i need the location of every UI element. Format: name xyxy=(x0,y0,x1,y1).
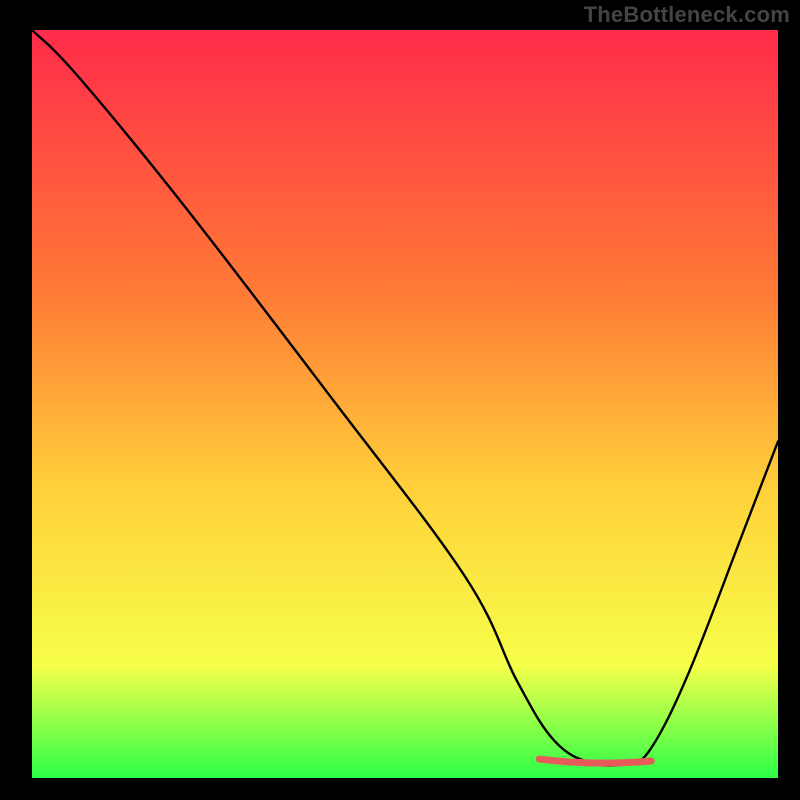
watermark-text: TheBottleneck.com xyxy=(584,2,790,28)
optimal-range-highlight xyxy=(539,759,651,763)
gradient-background xyxy=(32,30,778,778)
bottleneck-chart xyxy=(0,0,800,800)
chart-frame: { "watermark": "TheBottleneck.com", "col… xyxy=(0,0,800,800)
